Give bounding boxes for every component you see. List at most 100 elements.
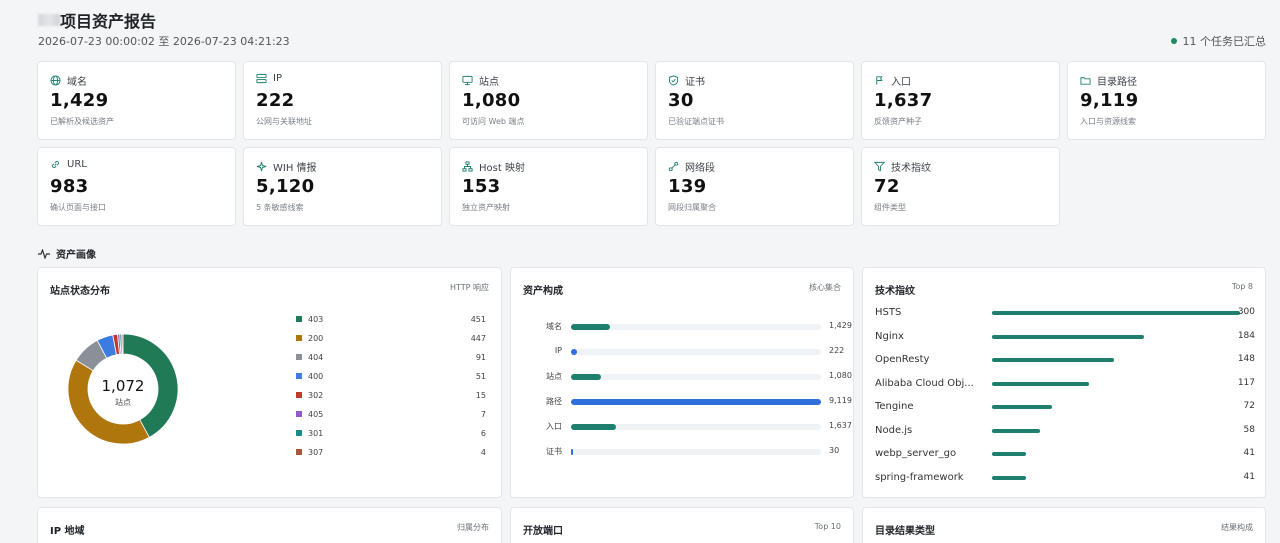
- globe-icon: [50, 75, 61, 86]
- legend-swatch: [296, 430, 302, 436]
- tech-row: OpenResty 148: [875, 354, 1255, 368]
- composition-track: [571, 399, 821, 405]
- tech-row: Node.js 58: [875, 425, 1255, 439]
- sitemap-icon: [462, 161, 473, 172]
- stat-card[interactable]: 入口 1,637 反馈资产种子: [861, 61, 1060, 140]
- donut-total: 1,072: [101, 377, 145, 395]
- stat-card-header: 域名: [50, 73, 87, 88]
- stat-value: 5,120: [256, 176, 315, 197]
- stat-label: Host 映射: [479, 163, 525, 174]
- composition-value: 222: [829, 346, 845, 355]
- legend-item[interactable]: 403 451: [296, 313, 486, 325]
- open-ports-panel: 开放端口 Top 10: [510, 507, 854, 543]
- stat-card[interactable]: 目录路径 9,119 入口与资源线索: [1067, 61, 1266, 140]
- stat-value: 9,119: [1080, 90, 1139, 111]
- legend-count: 15: [475, 390, 486, 400]
- stat-subtitle: 已验证端点证书: [668, 117, 724, 126]
- legend-label: 403: [308, 314, 324, 324]
- legend-item[interactable]: 405 7: [296, 408, 486, 420]
- legend-item[interactable]: 302 15: [296, 389, 486, 401]
- composition-row: 路径 9,119: [523, 396, 852, 408]
- composition-label: 证书: [546, 447, 562, 456]
- shield-check-icon: [668, 75, 679, 86]
- stat-card[interactable]: 证书 30 已验证端点证书: [655, 61, 854, 140]
- tech-label: Nginx: [875, 330, 904, 342]
- tech-fingerprint-panel: 技术指纹 Top 8 HSTS 300 Nginx 184 OpenResty 148 Al…: [862, 267, 1266, 498]
- tech-bar[interactable]: [992, 334, 1145, 339]
- composition-track: [571, 324, 821, 330]
- legend-item[interactable]: 307 4: [296, 446, 486, 458]
- task-summary-status: 11 个任务已汇总: [1170, 33, 1267, 49]
- stat-card[interactable]: 网络段 139 网段归属聚合: [655, 147, 854, 226]
- stat-label: WIH 情报: [273, 163, 317, 174]
- legend-count: 6: [480, 428, 486, 438]
- page-title-text: 项目资产报告: [60, 12, 157, 31]
- panel-title: IP 地域: [50, 526, 85, 537]
- tech-bar[interactable]: [992, 381, 1089, 386]
- composition-bar[interactable]: [571, 374, 601, 380]
- composition-track: [571, 449, 821, 455]
- stat-label: 域名: [67, 77, 87, 88]
- stat-subtitle: 已解析及候选资产: [50, 117, 114, 126]
- donut-total-label: 站点: [115, 398, 131, 407]
- composition-bar[interactable]: [571, 449, 573, 455]
- composition-value: 9,119: [829, 396, 852, 405]
- legend-label: 307: [308, 447, 324, 457]
- panel-title: 技术指纹: [875, 286, 915, 297]
- composition-track: [571, 349, 821, 355]
- legend-swatch: [296, 354, 302, 360]
- stat-subtitle: 组件类型: [874, 203, 906, 212]
- section-label-text: 资产画像: [56, 250, 96, 261]
- legend-item[interactable]: 200 447: [296, 332, 486, 344]
- folder-icon: [1080, 75, 1091, 86]
- stat-card-header: 技术指纹: [874, 159, 931, 174]
- donut-slice-307[interactable]: [121, 333, 124, 355]
- composition-track: [571, 374, 821, 380]
- legend-swatch: [296, 449, 302, 455]
- composition-bar[interactable]: [571, 349, 578, 355]
- tech-label: HSTS: [875, 307, 902, 318]
- composition-label: 入口: [546, 422, 562, 431]
- panel-tag: 归属分布: [457, 523, 489, 532]
- composition-bar[interactable]: [571, 324, 611, 330]
- stat-card[interactable]: 技术指纹 72 组件类型: [861, 147, 1060, 226]
- stat-card[interactable]: IP 222 公网与关联地址: [243, 61, 442, 140]
- composition-row: 入口 1,637: [523, 421, 852, 433]
- legend-item[interactable]: 400 51: [296, 370, 486, 382]
- panel-tag: Top 10: [814, 522, 841, 531]
- stat-subtitle: 公网与关联地址: [256, 117, 312, 126]
- time-range: 2026-07-23 00:00:02 至 2026-07-23 04:21:2…: [38, 35, 290, 48]
- network-icon: [668, 161, 679, 172]
- stat-card-header: IP: [256, 73, 282, 84]
- stat-card[interactable]: Host 映射 153 独立资产映射: [449, 147, 648, 226]
- tech-label: Node.js: [875, 424, 913, 436]
- stat-subtitle: 5 条敏感线索: [256, 203, 304, 212]
- tech-row: Tengine 72: [875, 401, 1255, 415]
- composition-bar[interactable]: [571, 399, 821, 405]
- tech-bar[interactable]: [992, 475, 1026, 480]
- tech-bar[interactable]: [992, 358, 1115, 362]
- stat-card-header: 目录路径: [1080, 73, 1137, 88]
- tech-value: 58: [1243, 424, 1255, 435]
- stat-subtitle: 入口与资源线索: [1080, 117, 1136, 126]
- stat-card[interactable]: 站点 1,080 可访问 Web 端点: [449, 61, 648, 140]
- stat-card-header: 入口: [874, 73, 911, 88]
- legend-item[interactable]: 301 6: [296, 427, 486, 439]
- stat-card[interactable]: 域名 1,429 已解析及候选资产: [37, 61, 236, 140]
- composition-track: [571, 424, 821, 430]
- stat-subtitle: 反馈资产种子: [874, 117, 922, 126]
- task-summary-text: 11 个任务已汇总: [1182, 35, 1267, 48]
- legend-item[interactable]: 404 91: [296, 351, 486, 363]
- stat-subtitle: 可访问 Web 端点: [462, 117, 525, 126]
- legend-swatch: [296, 335, 302, 341]
- legend-count: 51: [475, 371, 486, 381]
- tech-bar[interactable]: [992, 428, 1040, 433]
- tech-bar[interactable]: [992, 311, 1240, 315]
- stat-card[interactable]: URL 983 确认页面与接口: [37, 147, 236, 226]
- tech-bar[interactable]: [992, 405, 1052, 409]
- tech-bar[interactable]: [992, 452, 1026, 456]
- tech-value: 148: [1237, 354, 1255, 364]
- stat-label: 目录路径: [1097, 77, 1137, 88]
- stat-card[interactable]: WIH 情报 5,120 5 条敏感线索: [243, 147, 442, 226]
- composition-bar[interactable]: [571, 424, 616, 430]
